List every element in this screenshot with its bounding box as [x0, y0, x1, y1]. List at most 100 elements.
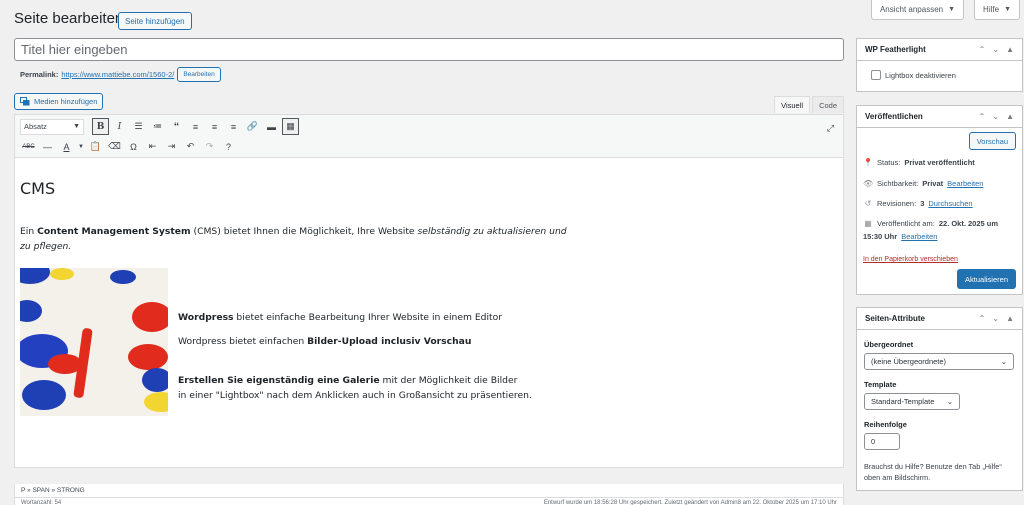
- published-time-row: 15:30 Uhr Bearbeiten: [863, 232, 937, 241]
- lightbox-checkbox[interactable]: [871, 70, 881, 80]
- chevron-down-icon: ⌄: [1000, 357, 1007, 366]
- italic-icon[interactable]: I: [111, 118, 128, 135]
- chevron-up-icon[interactable]: ⌃: [979, 314, 986, 323]
- help-text: Brauchst du Hilfe? Benutze den Tab „Hilf…: [864, 462, 1002, 482]
- help-button[interactable]: Hilfe ▼: [974, 0, 1020, 20]
- clear-formatting-icon[interactable]: ⌫: [106, 138, 123, 155]
- redo-icon[interactable]: ↷: [201, 138, 218, 155]
- paste-text-icon[interactable]: 📋: [87, 138, 104, 155]
- fullscreen-icon[interactable]: ⤢: [822, 120, 839, 137]
- template-label: Template: [864, 380, 897, 389]
- add-media-label: Medien hinzufügen: [34, 97, 98, 106]
- content-heading: CMS: [20, 179, 56, 198]
- indent-icon[interactable]: ⇥: [163, 138, 180, 155]
- bullet-list-icon[interactable]: ☰: [130, 118, 147, 135]
- publish-header: Veröffentlichen ⌃ ⌄ ▲: [857, 106, 1022, 128]
- eye-icon: 👁: [863, 179, 874, 188]
- special-character-icon[interactable]: Ω: [125, 138, 142, 155]
- tab-code[interactable]: Code: [812, 96, 844, 113]
- screen-options-label: Ansicht anpassen: [879, 5, 944, 14]
- intro-paragraph: Ein Content Management System (CMS) biet…: [20, 224, 580, 254]
- chevron-down-icon[interactable]: ⌄: [992, 45, 999, 54]
- triangle-down-icon: ▼: [948, 6, 956, 13]
- permalink-edit-button[interactable]: Bearbeiten: [177, 67, 221, 82]
- revisions-row: ↺ Revisionen: 3 Durchsuchen: [863, 199, 973, 208]
- align-right-icon[interactable]: ≡: [225, 118, 242, 135]
- chevron-up-icon[interactable]: ⌃: [979, 45, 986, 54]
- tab-visual[interactable]: Visuell: [774, 96, 811, 113]
- order-input[interactable]: 0: [864, 433, 900, 450]
- chevron-down-icon[interactable]: ⌄: [992, 112, 999, 121]
- outdent-icon[interactable]: ⇤: [144, 138, 161, 155]
- status-row: 📍 Status: Privat veröffentlicht: [863, 158, 975, 167]
- calendar-icon: ▦: [864, 219, 872, 228]
- align-left-icon[interactable]: ≡: [187, 118, 204, 135]
- editor-content[interactable]: CMS Ein Content Management System (CMS) …: [15, 158, 843, 467]
- published-time: 15:30 Uhr: [863, 232, 898, 241]
- numbered-list-icon[interactable]: ≔: [149, 118, 166, 135]
- collapse-triangle-icon[interactable]: ▲: [1006, 112, 1014, 121]
- featherlight-title: WP Featherlight: [865, 45, 926, 54]
- intro-pre: Ein: [20, 226, 38, 237]
- order-value: 0: [871, 437, 876, 446]
- feature-3-text: mit der Möglichkeit die Bilder: [379, 375, 518, 386]
- lightbox-label: Lightbox deaktivieren: [885, 70, 956, 80]
- preview-button[interactable]: Vorschau: [968, 132, 1016, 150]
- blockquote-icon[interactable]: “: [168, 118, 185, 135]
- status-value: Privat veröffentlicht: [904, 158, 975, 167]
- content-image[interactable]: [20, 268, 168, 416]
- collapse-triangle-icon[interactable]: ▲: [1006, 314, 1014, 323]
- visibility-label: Sichtbarkeit:: [877, 179, 919, 188]
- update-button[interactable]: Aktualisieren: [957, 269, 1016, 289]
- add-page-button[interactable]: Seite hinzufügen: [118, 12, 192, 30]
- page-title: Seite bearbeiten: [14, 10, 124, 27]
- featherlight-option[interactable]: Lightbox deaktivieren: [871, 70, 956, 80]
- title-input[interactable]: Titel hier eingeben: [14, 38, 844, 61]
- featherlight-header: WP Featherlight ⌃ ⌄ ▲: [857, 39, 1022, 61]
- feature-1-bold: Wordpress: [178, 312, 234, 323]
- align-center-icon[interactable]: ≡: [206, 118, 223, 135]
- screen-options-button[interactable]: Ansicht anpassen ▼: [870, 0, 965, 20]
- content-editor: Absatz ▼ B I ☰ ≔ “ ≡ ≡ ≡ 🔗 ▬ ▦ ABC — A ▼ …: [14, 114, 844, 468]
- keyboard-help-icon[interactable]: ?: [220, 138, 237, 155]
- publish-title: Veröffentlichen: [865, 112, 923, 121]
- parent-select[interactable]: (keine Übergeordnete) ⌄: [864, 353, 1014, 370]
- trash-link[interactable]: In den Papierkorb verschieben: [863, 256, 958, 263]
- draft-status: Entwurf wurde um 18:56:28 Uhr gespeicher…: [543, 500, 837, 505]
- format-select[interactable]: Absatz ▼: [20, 118, 84, 135]
- collapse-triangle-icon[interactable]: ▲: [1006, 45, 1014, 54]
- undo-icon[interactable]: ↶: [182, 138, 199, 155]
- add-media-button[interactable]: Medien hinzufügen: [14, 93, 104, 110]
- published-edit-link[interactable]: Bearbeiten: [901, 232, 937, 241]
- feature-1-text: bietet einfache Bearbeitung Ihrer Websit…: [233, 312, 503, 323]
- feature-2-text: Wordpress bietet einfachen: [178, 336, 308, 347]
- chevron-up-icon[interactable]: ⌃: [979, 112, 986, 121]
- strikethrough-icon[interactable]: ABC: [20, 138, 37, 155]
- toolbar-toggle-icon[interactable]: ▦: [282, 118, 299, 135]
- chevron-down-icon[interactable]: ⌄: [992, 314, 999, 323]
- feature-3-bold: Erstellen Sie eigenständig eine Galerie: [178, 375, 380, 386]
- revisions-label: Revisionen:: [877, 199, 917, 208]
- read-more-icon[interactable]: ▬: [263, 118, 280, 135]
- chevron-down-icon[interactable]: ▼: [77, 138, 85, 155]
- revisions-link[interactable]: Durchsuchen: [928, 199, 972, 208]
- featherlight-box: WP Featherlight ⌃ ⌄ ▲ Lightbox deaktivieren: [856, 38, 1023, 92]
- triangle-down-icon: ▼: [1004, 6, 1011, 13]
- toolbar-row-2: ABC — A ▼ 📋 ⌫ Ω ⇤ ⇥ ↶ ↷ ?: [20, 138, 237, 155]
- horizontal-line-icon[interactable]: —: [39, 138, 56, 155]
- visibility-value: Privat: [922, 179, 944, 188]
- visibility-row: 👁 Sichtbarkeit: Privat Bearbeiten: [863, 179, 983, 188]
- editor-toolbar: Absatz ▼ B I ☰ ≔ “ ≡ ≡ ≡ 🔗 ▬ ▦ ABC — A ▼ …: [15, 115, 843, 158]
- publish-box: Veröffentlichen ⌃ ⌄ ▲ Vorschau 📍 Status: Priv…: [856, 105, 1023, 295]
- word-count: Wortanzahl: 54: [21, 500, 62, 505]
- feature-line-4: in einer "Lightbox" nach dem Anklicken a…: [178, 390, 532, 401]
- permalink-link[interactable]: https://www.mattiebe.com/1560-2/: [61, 70, 174, 79]
- parent-value: (keine Übergeordnete): [871, 357, 947, 366]
- template-select[interactable]: Standard-Template ⌄: [864, 393, 960, 410]
- visibility-edit-link[interactable]: Bearbeiten: [947, 179, 983, 188]
- bold-icon[interactable]: B: [92, 118, 109, 135]
- text-color-icon[interactable]: A: [58, 138, 75, 155]
- page-attributes-box: Seiten-Attribute ⌃ ⌄ ▲ Übergeordnet (keine …: [856, 307, 1023, 491]
- published-value: 22. Okt. 2025 um: [938, 219, 999, 228]
- link-icon[interactable]: 🔗: [244, 118, 261, 135]
